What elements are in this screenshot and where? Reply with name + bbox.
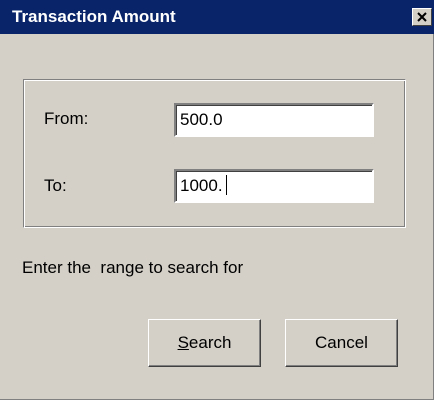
window-title: Transaction Amount <box>12 7 176 26</box>
close-button[interactable] <box>412 8 432 26</box>
search-mnemonic: S <box>177 333 189 352</box>
transaction-amount-dialog: Transaction Amount From: To: Enter the r… <box>0 0 434 400</box>
to-label: To: <box>44 176 67 195</box>
cancel-button-label: Cancel <box>315 333 368 352</box>
range-group-box <box>23 79 406 228</box>
from-field[interactable] <box>174 103 374 137</box>
from-label: From: <box>44 109 89 128</box>
title-bar[interactable]: Transaction Amount <box>0 0 434 34</box>
search-label-rest: earch <box>188 333 232 352</box>
search-button-label: Search <box>178 333 232 353</box>
search-button[interactable]: Search <box>148 319 261 367</box>
to-field[interactable] <box>174 169 374 203</box>
text-caret <box>226 175 227 195</box>
close-icon <box>417 12 427 22</box>
hint-text: Enter the range to search for <box>22 258 244 277</box>
cancel-button[interactable]: Cancel <box>285 319 398 367</box>
